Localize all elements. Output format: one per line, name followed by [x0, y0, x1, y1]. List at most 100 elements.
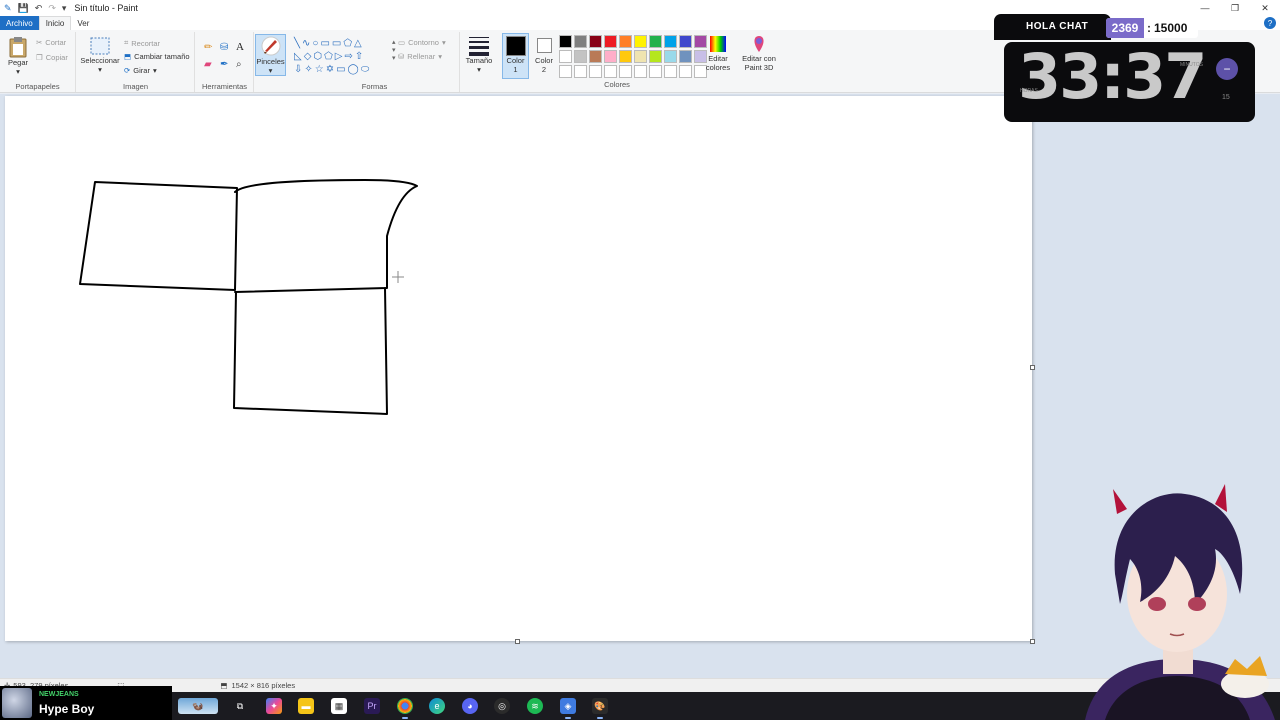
rotate-button[interactable]: ⟳ Girar ▾	[124, 66, 157, 75]
palette-swatch[interactable]	[664, 35, 677, 48]
color-picker-icon[interactable]: ✒	[220, 59, 228, 70]
eraser-icon[interactable]: ▰	[204, 59, 212, 70]
tab-archivo[interactable]: Archivo	[0, 16, 39, 30]
palette-swatch[interactable]	[574, 35, 587, 48]
resize-label: Cambiar tamaño	[134, 52, 190, 61]
palette-swatch[interactable]	[649, 50, 662, 63]
outline-button[interactable]: ▭ Contorno ▾	[398, 38, 446, 47]
palette-swatch[interactable]	[559, 65, 572, 78]
palette-swatch[interactable]	[574, 65, 587, 78]
select-button[interactable]: Seleccionar ▾	[79, 36, 121, 74]
cut-button[interactable]: ✂ Cortar	[36, 38, 66, 47]
weather-widget-icon[interactable]: 🦦	[178, 698, 218, 714]
premiere-icon[interactable]: Pr	[364, 698, 380, 714]
resize-button[interactable]: ⬒ Cambiar tamaño	[124, 52, 190, 61]
palette-swatch[interactable]	[619, 35, 632, 48]
resize-handle-right[interactable]	[1030, 365, 1035, 370]
paste-button[interactable]: Pegar ▾	[6, 36, 30, 76]
resize-handle-corner[interactable]	[1030, 639, 1035, 644]
palette-swatch[interactable]	[664, 50, 677, 63]
spotify-icon[interactable]: ≋	[527, 698, 543, 714]
now-playing-song: Hype Boy	[39, 702, 95, 716]
palette-swatch[interactable]	[589, 65, 602, 78]
magnifier-icon[interactable]: ⌕	[236, 59, 242, 70]
palette-swatch[interactable]	[619, 65, 632, 78]
pencil-icon[interactable]: ✏	[204, 42, 212, 53]
color2-button[interactable]: Color 2	[532, 33, 556, 74]
shapes-gallery[interactable]: ╲∿○▭▭⬠△ ◺◇⬡⬠▷⇨⇧ ⇩✧☆✡▭◯⬭	[294, 37, 392, 77]
canvas-drawing	[79, 179, 418, 415]
size-dropdown-icon: ▾	[477, 65, 481, 74]
crop-button[interactable]: ⌗ Recortar	[124, 38, 160, 48]
minimize-button[interactable]: —	[1190, 0, 1220, 16]
palette-swatch[interactable]	[619, 50, 632, 63]
palette-swatch[interactable]	[679, 35, 692, 48]
resize-icon: ⬒	[124, 52, 132, 61]
customize-dropdown-icon[interactable]: ▾	[62, 3, 67, 14]
line-width-icon	[468, 34, 490, 56]
tab-ver[interactable]: Ver	[71, 16, 95, 30]
paint-taskbar-icon[interactable]: 🎨	[592, 698, 608, 719]
brushes-dropdown-icon: ▾	[268, 66, 273, 75]
color1-button[interactable]: Color 1	[502, 33, 529, 79]
palette-swatch[interactable]	[589, 50, 602, 63]
restore-button[interactable]: ❐	[1220, 0, 1250, 16]
select-label: Seleccionar	[80, 56, 120, 65]
copy-icon: ❐	[36, 53, 43, 62]
resize-handle-bottom[interactable]	[515, 639, 520, 644]
palette-swatch[interactable]	[559, 35, 572, 48]
size-label: Tamaño	[465, 56, 493, 65]
copy-button[interactable]: ❐ Copiar	[36, 53, 68, 62]
drawing-canvas[interactable]	[5, 96, 1032, 641]
palette-swatch[interactable]	[604, 65, 617, 78]
canvas-size-icon: ⬒	[220, 681, 228, 690]
edit-colors-button[interactable]: Editar colores	[704, 34, 732, 72]
app-icon[interactable]: ◈	[560, 698, 576, 719]
edge-icon[interactable]: e	[429, 698, 445, 714]
brushes-label: Pinceles	[256, 57, 285, 66]
palette-swatch[interactable]	[634, 50, 647, 63]
copilot-icon[interactable]: ✦	[266, 698, 282, 714]
palette-swatch[interactable]	[634, 35, 647, 48]
palette-swatch[interactable]	[604, 35, 617, 48]
clipboard-group-label: Portapapeles	[15, 82, 60, 91]
window-title: Sin título - Paint	[74, 3, 138, 13]
tab-inicio[interactable]: Inicio	[38, 16, 72, 30]
palette-swatch[interactable]	[679, 65, 692, 78]
palette-swatch[interactable]	[634, 65, 647, 78]
palette-swatch[interactable]	[664, 65, 677, 78]
paint3d-button[interactable]: Editar con Paint 3D	[738, 34, 780, 72]
palette-swatch[interactable]	[649, 35, 662, 48]
close-button[interactable]: ✕	[1250, 0, 1280, 16]
palette-swatch[interactable]	[589, 35, 602, 48]
color2-label: Color	[535, 56, 553, 65]
select-dropdown-icon: ▾	[98, 65, 102, 74]
palette-swatch[interactable]	[649, 65, 662, 78]
fill-button[interactable]: ⛁ Rellenar ▾	[398, 52, 442, 61]
palette-swatch[interactable]	[559, 50, 572, 63]
brush-icon	[260, 35, 282, 57]
file-explorer-icon[interactable]: ▬	[298, 698, 314, 714]
sub-counter: 2369 : 15000	[1106, 18, 1198, 38]
redo-icon[interactable]: ↷	[48, 3, 56, 14]
cursor-crosshair	[392, 271, 404, 283]
text-icon[interactable]: A	[236, 41, 244, 53]
crop-label: Recortar	[131, 38, 160, 48]
size-button[interactable]: Tamaño ▾	[463, 34, 495, 74]
palette-swatch[interactable]	[679, 50, 692, 63]
chrome-icon[interactable]	[397, 698, 413, 719]
outline-dropdown-icon: ▾	[441, 38, 446, 47]
help-icon[interactable]: ?	[1264, 17, 1276, 29]
undo-icon[interactable]: ↶	[35, 3, 43, 14]
palette-swatch[interactable]	[574, 50, 587, 63]
save-icon[interactable]: 💾	[18, 3, 29, 14]
store-icon[interactable]: ▦	[331, 698, 347, 714]
brushes-button[interactable]: Pinceles ▾	[255, 34, 286, 76]
fill-bucket-icon[interactable]: ⛁	[220, 42, 228, 53]
palette-swatch[interactable]	[604, 50, 617, 63]
obs-icon[interactable]: ◎	[494, 698, 510, 714]
task-view-icon[interactable]: ⧉	[232, 698, 248, 714]
discord-icon[interactable]: ◕	[462, 698, 478, 714]
edit-colors-label2: colores	[705, 63, 731, 72]
shapes-scroll-icon[interactable]: ▴ ▾ ▾	[392, 38, 396, 62]
